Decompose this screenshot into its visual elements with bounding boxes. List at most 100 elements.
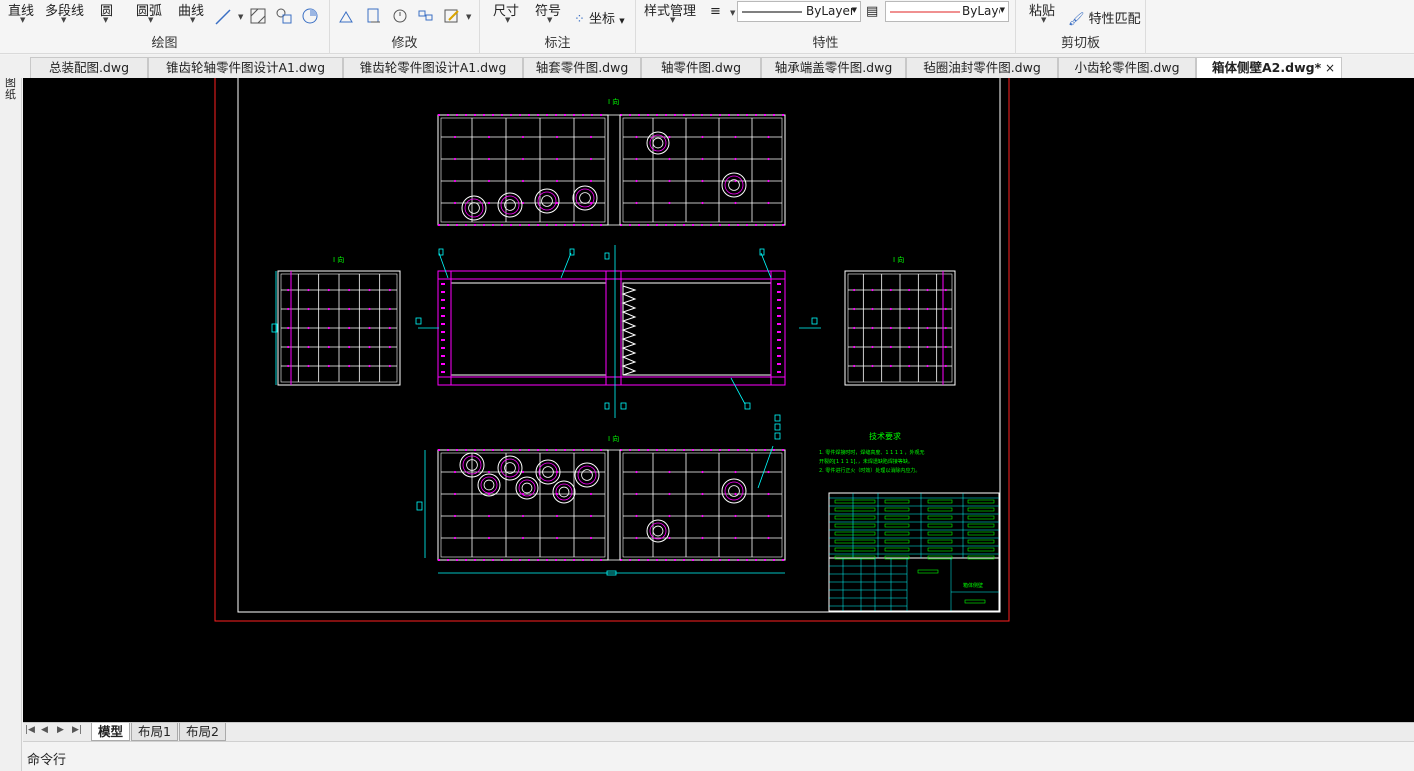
- rotate-icon[interactable]: [392, 8, 408, 24]
- tab-bevel-gear[interactable]: 锥齿轮零件图设计A1.dwg: [343, 57, 523, 78]
- weld-mark: [755, 559, 757, 561]
- weld-mark: [510, 224, 512, 226]
- tab-assembly[interactable]: 总装配图.dwg: [30, 57, 148, 78]
- weld-mark: [701, 224, 703, 226]
- move-icon[interactable]: [338, 8, 354, 24]
- tab-layout1[interactable]: 布局1: [131, 723, 178, 741]
- weld-mark: [719, 224, 721, 226]
- tab-layout2[interactable]: 布局2: [179, 723, 226, 741]
- weld-mark: [447, 114, 449, 116]
- weld-mark: [591, 224, 593, 226]
- tab-label: 锥齿轮轴零件图设计A1.dwg: [165, 60, 326, 75]
- last-layout-icon[interactable]: ▶|: [72, 725, 82, 735]
- pencil-line-icon[interactable]: [214, 8, 232, 26]
- line-button[interactable]: 直线 ▼: [8, 0, 34, 24]
- style-manager-button[interactable]: 样式管理 ▼: [644, 0, 696, 24]
- linetype-scale-icon[interactable]: ▤: [866, 4, 878, 19]
- weld-mark: [438, 449, 440, 451]
- panel-inner-outline: [622, 117, 783, 223]
- bolt-mark: [889, 307, 892, 311]
- tab-sleeve[interactable]: 轴套零件图.dwg: [523, 57, 641, 78]
- bearing-bore-inner: [541, 195, 553, 207]
- bolt-mark: [555, 514, 559, 518]
- dimension-button[interactable]: 尺寸 ▼: [493, 0, 519, 24]
- bolt-mark: [734, 536, 737, 540]
- bolt-mark: [327, 345, 330, 349]
- cad-drawing[interactable]: I 向 I 向 I 向 I 向 技术要求 1. 零件焊接时时，焊缝高度、1 1 …: [23, 78, 1414, 722]
- chevron-down-icon: ▼: [999, 6, 1005, 14]
- shapes-icon[interactable]: [276, 8, 292, 24]
- weld-mark: [528, 449, 530, 451]
- bolt-mark: [944, 326, 947, 330]
- array-icon[interactable]: [418, 8, 434, 24]
- bolt-mark: [944, 288, 947, 292]
- tab-model[interactable]: 模型: [91, 723, 131, 741]
- curve-button[interactable]: 曲线 ▼: [178, 0, 204, 24]
- prev-layout-icon[interactable]: ◀: [41, 725, 48, 735]
- first-layout-icon[interactable]: |◀: [25, 725, 35, 735]
- weld-mark: [710, 559, 712, 561]
- tab-bevel-gear-shaft[interactable]: 锥齿轮轴零件图设计A1.dwg: [148, 57, 343, 78]
- tab-felt-seal[interactable]: 毡圈油封零件图.dwg: [906, 57, 1058, 78]
- command-line-panel[interactable]: 命令行: [23, 741, 1414, 771]
- drawing-canvas[interactable]: I 向 I 向 I 向 I 向 技术要求 1. 零件焊接时时，焊缝高度、1 1 …: [23, 78, 1414, 722]
- polyline-button[interactable]: 多段线 ▼: [45, 0, 84, 24]
- pie-region-icon[interactable]: [302, 8, 318, 24]
- match-properties-button[interactable]: 🖌 特性匹配: [1068, 8, 1141, 27]
- bolt-mark: [871, 345, 874, 349]
- bolt-mark: [734, 470, 737, 474]
- bolt-mark: [871, 364, 874, 368]
- left-panel-strip: 图纸: [0, 55, 22, 771]
- weld-mark: [492, 449, 494, 451]
- circle-button[interactable]: 圆 ▼: [100, 0, 113, 24]
- sheet-outer-frame: [214, 78, 1010, 622]
- bolt-mark: [701, 179, 704, 183]
- copy-document-icon[interactable]: [366, 8, 382, 24]
- weld-mark: [600, 114, 602, 116]
- weld-mark: [492, 114, 494, 116]
- coordinate-button[interactable]: ⁘ 坐标 ▼: [574, 8, 625, 27]
- tab-shaft[interactable]: 轴零件图.dwg: [641, 57, 761, 78]
- view-label: I 向: [608, 97, 619, 106]
- bearing-bore-inner: [581, 469, 593, 481]
- panel-outline: [619, 449, 786, 561]
- title-block-text: [834, 531, 876, 536]
- hatch-icon[interactable]: [250, 8, 266, 24]
- close-icon[interactable]: ×: [1325, 58, 1335, 78]
- tab-housing-side-wall[interactable]: 箱体侧壁A2.dwg* ×: [1196, 57, 1342, 78]
- title-block-text: [967, 523, 995, 528]
- bolt-mark: [453, 492, 457, 496]
- title-block-text: [927, 507, 953, 512]
- bolt-mark: [668, 492, 671, 496]
- bolt-mark: [635, 157, 638, 161]
- bearing-bore-ring: [649, 522, 667, 540]
- title-block-text: [927, 531, 953, 536]
- weld-mark: [465, 114, 467, 116]
- weld-mark: [647, 114, 649, 116]
- weld-mark: [656, 224, 658, 226]
- edit-properties-icon[interactable]: [444, 8, 460, 24]
- weld-mark: [755, 449, 757, 451]
- tab-small-gear[interactable]: 小齿轮零件图.dwg: [1058, 57, 1196, 78]
- next-layout-icon[interactable]: ▶: [57, 725, 64, 735]
- weld-mark: [591, 559, 593, 561]
- paste-button[interactable]: 粘贴 ▼: [1029, 0, 1055, 24]
- bolt-mark: [734, 514, 737, 518]
- bolt-mark: [701, 536, 704, 540]
- weld-mark: [474, 114, 476, 116]
- weld-mark: [777, 323, 781, 325]
- tab-bearing-cap[interactable]: 轴承端盖零件图.dwg: [761, 57, 906, 78]
- lineweight-icon[interactable]: ≡: [710, 4, 721, 19]
- weld-mark: [710, 224, 712, 226]
- bolt-mark: [287, 364, 290, 368]
- color-combo[interactable]: ByLayer ▼: [885, 1, 1009, 22]
- bolt-mark: [944, 364, 947, 368]
- drawing-panel-label[interactable]: 图纸: [5, 77, 17, 101]
- weld-mark: [777, 299, 781, 301]
- symbol-button[interactable]: 符号 ▼: [535, 0, 561, 24]
- linetype-combo[interactable]: ByLayer ▼: [737, 1, 861, 22]
- title-block-text: [927, 547, 953, 552]
- arc-button[interactable]: 圆弧 ▼: [136, 0, 162, 24]
- bolt-mark: [348, 364, 351, 368]
- bearing-bore: [572, 185, 598, 211]
